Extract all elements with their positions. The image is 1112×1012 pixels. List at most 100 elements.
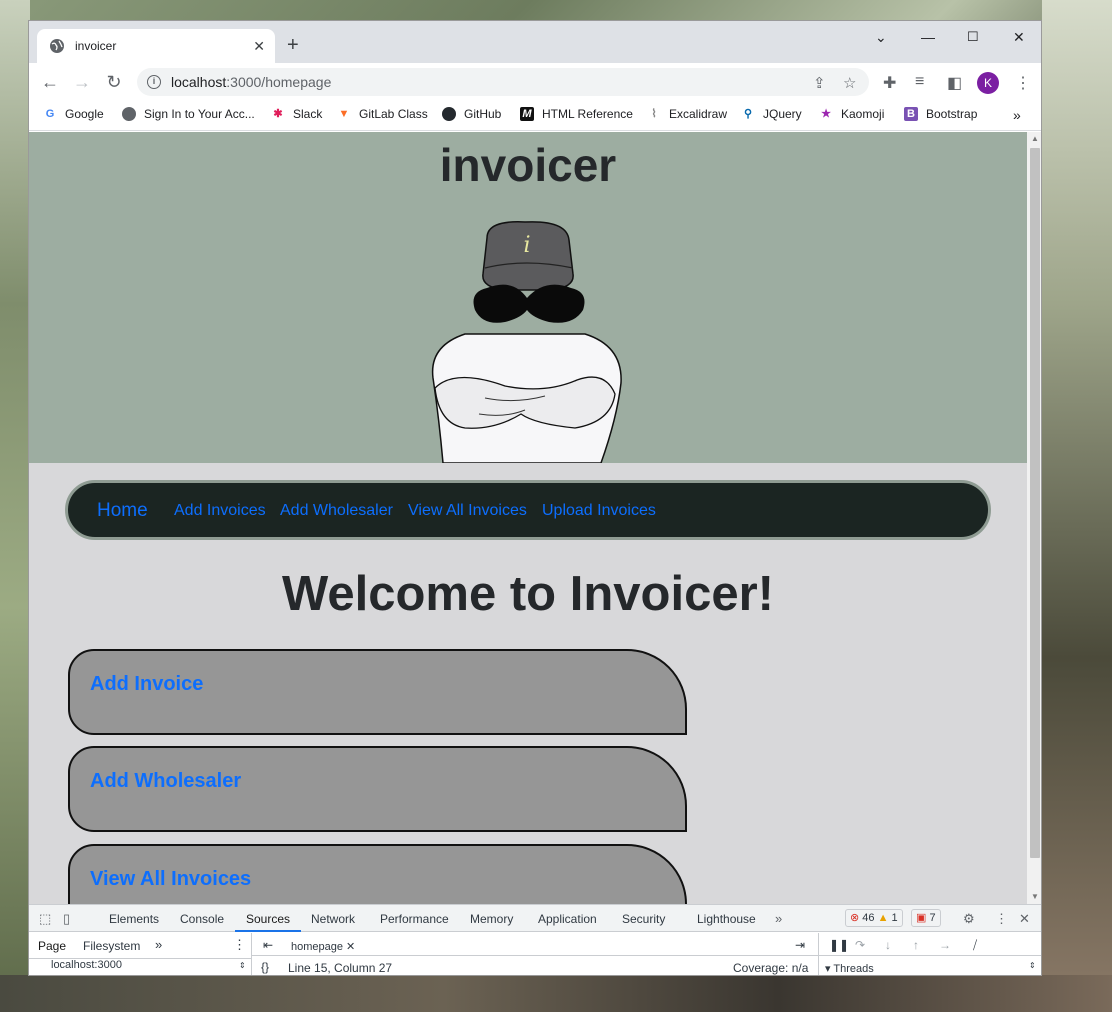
maximize-icon[interactable]: ☐ (967, 29, 979, 45)
bookmark-star-icon[interactable]: ☆ (843, 74, 856, 92)
scroll-down-icon[interactable]: ▼ (1031, 892, 1039, 901)
tree-scroll-icon[interactable]: ⇕ (239, 961, 246, 970)
add-invoice-link[interactable]: Add Invoice (90, 673, 203, 696)
profile-avatar[interactable]: K (977, 72, 999, 94)
hero-banner: invoicer i (29, 132, 1027, 463)
browser-tab[interactable]: invoicer ✕ (37, 29, 275, 63)
add-invoice-card[interactable]: Add Invoice (68, 649, 687, 735)
step-icon[interactable]: → (939, 938, 951, 952)
editor-file-tab[interactable]: homepage ✕ (291, 940, 355, 953)
nav-add-invoices-link[interactable]: Add Invoices (174, 502, 266, 520)
slack-icon: ✱ (273, 108, 283, 120)
nav-add-wholesaler-link[interactable]: Add Wholesaler (280, 502, 393, 520)
tab-strip: invoicer ✕ + ⌄ — ☐ ✕ (29, 21, 1041, 63)
devtools-tab-elements[interactable]: Elements (109, 912, 159, 926)
step-out-icon[interactable]: ↑ (913, 938, 919, 952)
globe-icon (50, 39, 64, 53)
scroll-up-icon[interactable]: ▲ (1031, 134, 1039, 143)
view-all-invoices-card[interactable]: View All Invoices (68, 844, 687, 904)
devtools-tab-sources[interactable]: Sources (246, 912, 290, 926)
sources-nav-tab-filesystem[interactable]: Filesystem (83, 939, 140, 953)
bookmark-github[interactable]: GitHub (442, 107, 501, 121)
pause-icon[interactable]: ❚❚ (829, 938, 849, 952)
desktop-background-bottom (0, 975, 1112, 1012)
mustache-mascot-image: i (431, 221, 622, 463)
nav-home-link[interactable]: Home (97, 500, 148, 522)
side-panel-icon[interactable]: ◧ (947, 73, 962, 93)
site-info-icon[interactable]: i (147, 75, 161, 89)
back-icon[interactable]: ← (41, 73, 59, 91)
sources-nav-tab-page[interactable]: Page (38, 939, 66, 953)
bookmark-google[interactable]: G Google (43, 107, 104, 121)
warning-icon: ▲ (877, 912, 889, 924)
devtools-tab-application[interactable]: Application (538, 912, 597, 926)
error-icon: ⊗ (850, 912, 860, 924)
step-over-icon[interactable]: ↷ (855, 938, 865, 952)
tab-search-icon[interactable]: ⌄ (875, 29, 887, 46)
settings-gear-icon[interactable]: ⚙ (963, 911, 975, 927)
bookmark-html-reference[interactable]: M HTML Reference (520, 107, 633, 121)
more-nav-tabs-icon[interactable]: » (155, 937, 162, 952)
device-toolbar-icon[interactable]: ▯ (63, 911, 70, 927)
step-into-icon[interactable]: ↓ (885, 938, 891, 952)
file-tree-item[interactable]: localhost:3000 (51, 959, 122, 971)
pretty-print-icon[interactable]: {} (261, 960, 269, 974)
bookmark-sign-in[interactable]: Sign In to Your Acc... (122, 107, 255, 121)
share-icon[interactable]: ⇪ (813, 74, 826, 92)
deactivate-breakpoints-icon[interactable]: ⧸ (973, 938, 977, 953)
new-tab-icon[interactable]: + (287, 35, 299, 55)
reload-icon[interactable]: ↻ (105, 73, 123, 91)
add-wholesaler-card[interactable]: Add Wholesaler (68, 746, 687, 832)
devtools-tab-performance[interactable]: Performance (380, 912, 449, 926)
bookmark-bootstrap[interactable]: B Bootstrap (904, 107, 977, 121)
devtools-tab-security[interactable]: Security (622, 912, 665, 926)
globe-icon (122, 107, 136, 121)
scrollbar-thumb[interactable] (1030, 148, 1040, 858)
nav-upload-invoices-link[interactable]: Upload Invoices (542, 502, 656, 520)
devtools-tab-lighthouse[interactable]: Lighthouse (697, 912, 756, 926)
view-all-invoices-link[interactable]: View All Invoices (90, 868, 251, 891)
close-devtools-icon[interactable]: ✕ (1019, 911, 1030, 927)
bookmark-slack[interactable]: ✱ Slack (271, 107, 322, 121)
devtools-tab-memory[interactable]: Memory (470, 912, 513, 926)
issues-badge[interactable]: ▣ 7 (911, 909, 941, 927)
close-tab-icon[interactable]: ✕ (253, 38, 265, 55)
menu-kebab-icon[interactable]: ⋮ (1015, 73, 1031, 93)
nav-menu-icon[interactable]: ⋮ (233, 937, 246, 953)
minimize-icon[interactable]: — (921, 29, 935, 45)
nav-view-all-invoices-link[interactable]: View All Invoices (408, 502, 527, 520)
devtools-panel: ⬚ ▯ Elements Console Sources Network Per… (29, 904, 1041, 975)
more-bookmarks-icon[interactable]: » (1013, 107, 1021, 123)
bookmark-jquery[interactable]: ⚲ JQuery (741, 107, 802, 121)
inspect-element-icon[interactable]: ⬚ (39, 911, 51, 927)
address-bar[interactable]: i localhost:3000/homepage ⇪ ☆ (137, 68, 869, 96)
welcome-heading: Welcome to Invoicer! (282, 567, 774, 621)
threads-scroll-icon[interactable]: ⇕ (1029, 961, 1036, 970)
extensions-icon[interactable]: ✚ (883, 73, 896, 93)
devtools-menu-icon[interactable]: ⋮ (995, 911, 1008, 927)
page-scrollbar[interactable]: ▲ ▼ (1027, 132, 1041, 904)
forward-icon[interactable]: → (73, 73, 91, 91)
devtools-tab-bar: ⬚ ▯ Elements Console Sources Network Per… (29, 905, 1041, 932)
active-tab-indicator (235, 930, 301, 932)
more-tabs-icon[interactable]: » (775, 911, 782, 926)
devtools-tab-console[interactable]: Console (180, 912, 224, 926)
star-icon: ★ (821, 108, 831, 120)
cursor-position: Line 15, Column 27 (288, 961, 393, 975)
bookmarks-bar: G Google Sign In to Your Acc... ✱ Slack ▼ G… (29, 101, 1041, 131)
close-window-icon[interactable]: ✕ (1013, 29, 1025, 46)
bookmark-excalidraw[interactable]: ⌇ Excalidraw (647, 107, 727, 121)
browser-toolbar: ← → ↻ i localhost:3000/homepage ⇪ ☆ ✚ ≡ … (29, 63, 1041, 101)
threads-section-header[interactable]: ▾ Threads (825, 962, 874, 975)
bookmark-kaomoji[interactable]: ★ Kaomoji (819, 107, 884, 121)
bookmark-gitlab[interactable]: ▼ GitLab Class (337, 107, 428, 121)
add-wholesaler-link[interactable]: Add Wholesaler (90, 770, 241, 793)
sources-panel: Page Filesystem » ⋮ localhost:3000 ⇕ ⇤ h… (29, 933, 1041, 975)
devtools-tab-network[interactable]: Network (311, 912, 355, 926)
media-queue-icon[interactable]: ≡ (915, 73, 924, 91)
github-icon (442, 107, 456, 121)
toggle-debugger-icon[interactable]: ⇥ (795, 938, 805, 952)
toggle-navigator-icon[interactable]: ⇤ (263, 938, 273, 952)
url-text[interactable]: localhost:3000/homepage (171, 74, 331, 90)
console-counts-badge[interactable]: ⊗ 46 ▲ 1 (845, 909, 903, 927)
